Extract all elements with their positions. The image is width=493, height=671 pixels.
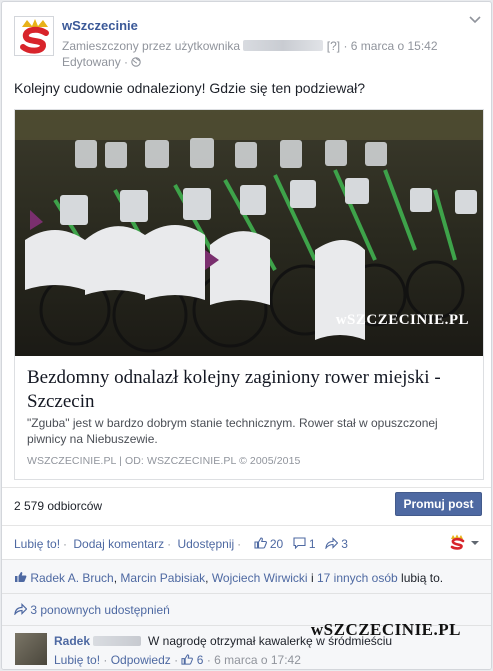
comment-count[interactable]: 1 <box>292 537 319 551</box>
likes-suffix: lubią to. <box>401 571 444 585</box>
overlay-watermark: wSZCZECINIE.PL <box>310 620 461 639</box>
link-description: "Zguba" jest w bardzo dobrym stanie tech… <box>27 416 438 446</box>
author-redacted <box>93 636 142 646</box>
page-logo-dropdown-icon <box>450 534 479 550</box>
help-marker[interactable]: [?] <box>327 39 340 53</box>
thumbs-up-icon <box>253 537 267 549</box>
thumbs-up-icon <box>15 572 27 582</box>
chevron-down-icon[interactable] <box>469 16 481 24</box>
page-avatar[interactable] <box>14 16 54 56</box>
divider <box>2 525 491 526</box>
globe-icon[interactable] <box>131 57 142 67</box>
share-arrow-icon <box>14 603 28 616</box>
comment-actions: Lubię to! · Odpowiedz · 6 · 6 marca o 17… <box>54 653 301 667</box>
wszczecinie-logo-icon <box>20 19 49 54</box>
share-link[interactable]: Udostępnij <box>177 537 234 551</box>
posted-by-label: Zamieszczony przez użytkownika <box>62 39 241 53</box>
post-card: wSzczecinie Zamieszczony przez użytkowni… <box>1 1 492 670</box>
page-name-link[interactable]: wSzczecinie <box>62 18 138 33</box>
post-meta: Zamieszczony przez użytkownika [?] · 6 m… <box>62 39 438 53</box>
other-likers-link[interactable]: 17 innych osób <box>317 571 398 585</box>
thumbs-up-icon <box>181 654 194 665</box>
divider <box>2 487 491 488</box>
post-header: wSzczecinie Zamieszczony przez użytkowni… <box>14 12 481 70</box>
comment-date[interactable]: 6 marca o 17:42 <box>214 653 301 667</box>
action-bar: Lubię to! · Dodaj komentarz · Udostępnij · … <box>14 537 348 551</box>
liker-link[interactable]: Wojciech Wirwicki <box>212 571 308 585</box>
link-preview[interactable]: wSZCZECINIE.PL Bezdomny odnalazł kolejny… <box>14 109 484 480</box>
likes-summary: Radek A. Bruch, Marcin Pabisiak, Wojciec… <box>14 571 443 585</box>
post-date[interactable]: 6 marca o 15:42 <box>351 39 438 53</box>
share-count[interactable]: 3 <box>325 537 348 551</box>
feedback-area: Radek A. Bruch, Marcin Pabisiak, Wojciec… <box>2 559 491 669</box>
shares-link[interactable]: 3 ponownych udostępnień <box>14 603 170 617</box>
author-redacted <box>243 40 324 51</box>
like-count[interactable]: 20 <box>253 537 287 551</box>
edited-label[interactable]: Edytowany <box>62 55 121 69</box>
liker-link[interactable]: Radek A. Bruch <box>30 571 113 585</box>
edited-row: Edytowany · <box>62 55 142 69</box>
link-photo[interactable]: wSZCZECINIE.PL <box>15 110 483 356</box>
post-as-selector[interactable] <box>449 534 481 553</box>
liker-link[interactable]: Marcin Pabisiak <box>120 571 205 585</box>
comment-reply-link[interactable]: Odpowiedz <box>111 653 171 667</box>
comment-icon <box>292 537 306 550</box>
post-text: Kolejny cudownie odnaleziony! Gdzie się … <box>14 80 365 96</box>
reach-count[interactable]: 2 579 odbiorców <box>14 499 102 513</box>
link-title[interactable]: Bezdomny odnalazł kolejny zaginiony rowe… <box>27 366 471 414</box>
comment-like-link[interactable]: Lubię to! <box>54 653 100 667</box>
comment-author[interactable]: Radek <box>54 634 142 648</box>
promote-post-button[interactable]: Promuj post <box>395 492 482 516</box>
divider <box>2 593 491 594</box>
link-source: WSZCZECINIE.PL | OD: WSZCZECINIE.PL © 20… <box>27 455 301 467</box>
commenter-avatar[interactable] <box>15 633 47 665</box>
comment-link[interactable]: Dodaj komentarz <box>73 537 164 551</box>
like-link[interactable]: Lubię to! <box>14 537 60 551</box>
photo-watermark: wSZCZECINIE.PL <box>335 312 469 328</box>
comment-like-count[interactable]: 6 <box>181 653 206 667</box>
share-arrow-icon <box>325 537 339 550</box>
